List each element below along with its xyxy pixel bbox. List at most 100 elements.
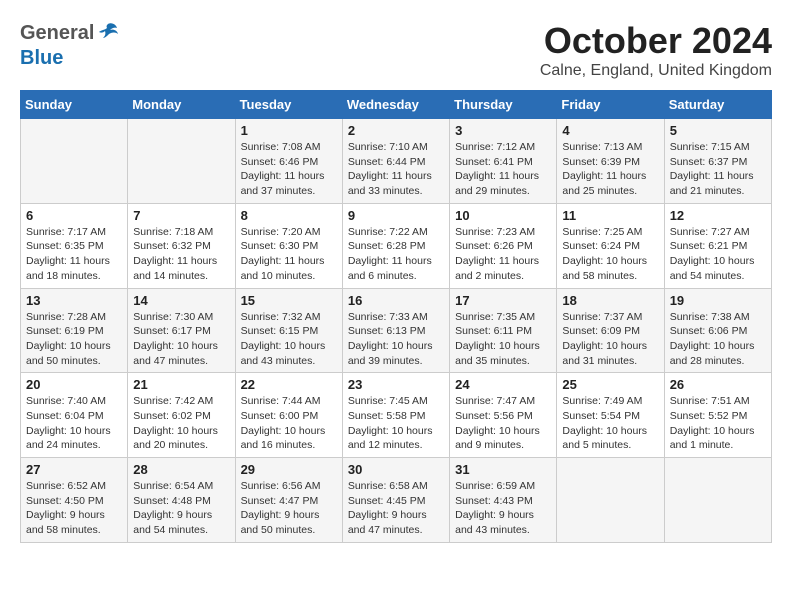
calendar-week-2: 6Sunrise: 7:17 AM Sunset: 6:35 PM Daylig… [21, 203, 772, 288]
day-number: 30 [348, 462, 444, 477]
day-info: Sunrise: 7:47 AM Sunset: 5:56 PM Dayligh… [455, 394, 551, 453]
calendar-week-4: 20 Sunrise: 7:40 AM Sunset: 6:04 PM Dayli… [21, 373, 772, 458]
logo: General Blue [20, 20, 119, 70]
day-number: 29 [241, 462, 337, 477]
day-info: Sunrise: 7:45 AM Sunset: 5:58 PM Dayligh… [348, 394, 444, 453]
day-number: 19 [670, 293, 766, 308]
calendar-cell: 26 Sunrise: 7:51 AM Sunset: 5:52 PM Dayli… [664, 373, 771, 458]
day-info: Sunrise: 6:52 AM Sunset: 4:50 PM Dayligh… [26, 479, 122, 538]
calendar-cell: 3Sunrise: 7:12 AM Sunset: 6:41 PM Daylig… [450, 119, 557, 204]
bird-icon [97, 20, 119, 47]
col-header-friday: Friday [557, 91, 664, 119]
calendar-cell: 9Sunrise: 7:22 AM Sunset: 6:28 PM Daylig… [342, 203, 449, 288]
calendar-week-3: 13 Sunrise: 7:28 AM Sunset: 6:19 PM Dayli… [21, 288, 772, 373]
calendar-cell: 24 Sunrise: 7:47 AM Sunset: 5:56 PM Dayli… [450, 373, 557, 458]
day-info: Sunrise: 7:37 AM Sunset: 6:09 PM Dayligh… [562, 310, 658, 369]
calendar-cell [128, 119, 235, 204]
day-info: Sunrise: 7:25 AM Sunset: 6:24 PM Dayligh… [562, 225, 658, 284]
calendar-table: SundayMondayTuesdayWednesdayThursdayFrid… [20, 90, 772, 543]
calendar-cell: 30 Sunrise: 6:58 AM Sunset: 4:45 PM Dayli… [342, 458, 449, 543]
calendar-cell: 19 Sunrise: 7:38 AM Sunset: 6:06 PM Dayli… [664, 288, 771, 373]
calendar-cell: 13 Sunrise: 7:28 AM Sunset: 6:19 PM Dayli… [21, 288, 128, 373]
day-info: Sunrise: 7:40 AM Sunset: 6:04 PM Dayligh… [26, 394, 122, 453]
day-number: 11 [562, 208, 658, 223]
day-number: 23 [348, 377, 444, 392]
calendar-cell: 10 Sunrise: 7:23 AM Sunset: 6:26 PM Dayli… [450, 203, 557, 288]
day-number: 7 [133, 208, 229, 223]
calendar-cell: 14 Sunrise: 7:30 AM Sunset: 6:17 PM Dayli… [128, 288, 235, 373]
day-number: 13 [26, 293, 122, 308]
col-header-thursday: Thursday [450, 91, 557, 119]
calendar-cell: 1 Sunrise: 7:08 AM Sunset: 6:46 PM Daylig… [235, 119, 342, 204]
day-number: 12 [670, 208, 766, 223]
title-area: October 2024 Calne, England, United King… [540, 20, 772, 80]
calendar-cell: 5Sunrise: 7:15 AM Sunset: 6:37 PM Daylig… [664, 119, 771, 204]
day-number: 4 [562, 123, 658, 138]
day-info: Sunrise: 6:59 AM Sunset: 4:43 PM Dayligh… [455, 479, 551, 538]
day-number: 17 [455, 293, 551, 308]
day-number: 18 [562, 293, 658, 308]
col-header-tuesday: Tuesday [235, 91, 342, 119]
location: Calne, England, United Kingdom [540, 62, 772, 80]
day-info: Sunrise: 7:44 AM Sunset: 6:00 PM Dayligh… [241, 394, 337, 453]
calendar-cell: 27Sunrise: 6:52 AM Sunset: 4:50 PM Dayli… [21, 458, 128, 543]
day-number: 9 [348, 208, 444, 223]
day-info: Sunrise: 7:10 AM Sunset: 6:44 PM Dayligh… [348, 140, 444, 199]
day-info: Sunrise: 7:33 AM Sunset: 6:13 PM Dayligh… [348, 310, 444, 369]
day-number: 15 [241, 293, 337, 308]
calendar-cell: 12 Sunrise: 7:27 AM Sunset: 6:21 PM Dayli… [664, 203, 771, 288]
day-info: Sunrise: 7:18 AM Sunset: 6:32 PM Dayligh… [133, 225, 229, 284]
day-info: Sunrise: 7:38 AM Sunset: 6:06 PM Dayligh… [670, 310, 766, 369]
day-info: Sunrise: 6:58 AM Sunset: 4:45 PM Dayligh… [348, 479, 444, 538]
day-number: 24 [455, 377, 551, 392]
day-number: 10 [455, 208, 551, 223]
day-number: 1 [241, 123, 337, 138]
day-info: Sunrise: 7:28 AM Sunset: 6:19 PM Dayligh… [26, 310, 122, 369]
day-number: 21 [133, 377, 229, 392]
calendar-cell: 25 Sunrise: 7:49 AM Sunset: 5:54 PM Dayli… [557, 373, 664, 458]
day-info: Sunrise: 7:35 AM Sunset: 6:11 PM Dayligh… [455, 310, 551, 369]
day-info: Sunrise: 7:13 AM Sunset: 6:39 PM Dayligh… [562, 140, 658, 199]
col-header-sunday: Sunday [21, 91, 128, 119]
calendar-cell: 17 Sunrise: 7:35 AM Sunset: 6:11 PM Dayli… [450, 288, 557, 373]
calendar-cell: 4 Sunrise: 7:13 AM Sunset: 6:39 PM Daylig… [557, 119, 664, 204]
calendar-cell: 20 Sunrise: 7:40 AM Sunset: 6:04 PM Dayli… [21, 373, 128, 458]
day-number: 26 [670, 377, 766, 392]
calendar-cell: 8Sunrise: 7:20 AM Sunset: 6:30 PM Daylig… [235, 203, 342, 288]
day-number: 25 [562, 377, 658, 392]
calendar-cell: 11 Sunrise: 7:25 AM Sunset: 6:24 PM Dayli… [557, 203, 664, 288]
day-info: Sunrise: 7:51 AM Sunset: 5:52 PM Dayligh… [670, 394, 766, 453]
calendar-header-row: SundayMondayTuesdayWednesdayThursdayFrid… [21, 91, 772, 119]
calendar-cell: 21Sunrise: 7:42 AM Sunset: 6:02 PM Dayli… [128, 373, 235, 458]
calendar-cell: 16 Sunrise: 7:33 AM Sunset: 6:13 PM Dayli… [342, 288, 449, 373]
logo-blue: Blue [20, 47, 63, 70]
logo-general: General [20, 22, 94, 45]
col-header-saturday: Saturday [664, 91, 771, 119]
day-number: 28 [133, 462, 229, 477]
day-info: Sunrise: 7:23 AM Sunset: 6:26 PM Dayligh… [455, 225, 551, 284]
day-info: Sunrise: 7:08 AM Sunset: 6:46 PM Dayligh… [241, 140, 337, 199]
day-info: Sunrise: 7:30 AM Sunset: 6:17 PM Dayligh… [133, 310, 229, 369]
calendar-cell: 29Sunrise: 6:56 AM Sunset: 4:47 PM Dayli… [235, 458, 342, 543]
calendar-cell [664, 458, 771, 543]
calendar-cell: 18 Sunrise: 7:37 AM Sunset: 6:09 PM Dayli… [557, 288, 664, 373]
calendar-week-1: 1 Sunrise: 7:08 AM Sunset: 6:46 PM Daylig… [21, 119, 772, 204]
day-number: 20 [26, 377, 122, 392]
calendar-cell: 28Sunrise: 6:54 AM Sunset: 4:48 PM Dayli… [128, 458, 235, 543]
calendar-cell: 31 Sunrise: 6:59 AM Sunset: 4:43 PM Dayli… [450, 458, 557, 543]
col-header-wednesday: Wednesday [342, 91, 449, 119]
day-number: 16 [348, 293, 444, 308]
day-number: 6 [26, 208, 122, 223]
calendar-cell: 6Sunrise: 7:17 AM Sunset: 6:35 PM Daylig… [21, 203, 128, 288]
calendar-cell [557, 458, 664, 543]
calendar-cell [21, 119, 128, 204]
day-info: Sunrise: 7:27 AM Sunset: 6:21 PM Dayligh… [670, 225, 766, 284]
day-info: Sunrise: 7:49 AM Sunset: 5:54 PM Dayligh… [562, 394, 658, 453]
calendar-cell: 23 Sunrise: 7:45 AM Sunset: 5:58 PM Dayli… [342, 373, 449, 458]
day-number: 14 [133, 293, 229, 308]
day-number: 31 [455, 462, 551, 477]
day-number: 2 [348, 123, 444, 138]
month-title: October 2024 [540, 20, 772, 62]
calendar-cell: 2 Sunrise: 7:10 AM Sunset: 6:44 PM Daylig… [342, 119, 449, 204]
calendar-cell: 22Sunrise: 7:44 AM Sunset: 6:00 PM Dayli… [235, 373, 342, 458]
